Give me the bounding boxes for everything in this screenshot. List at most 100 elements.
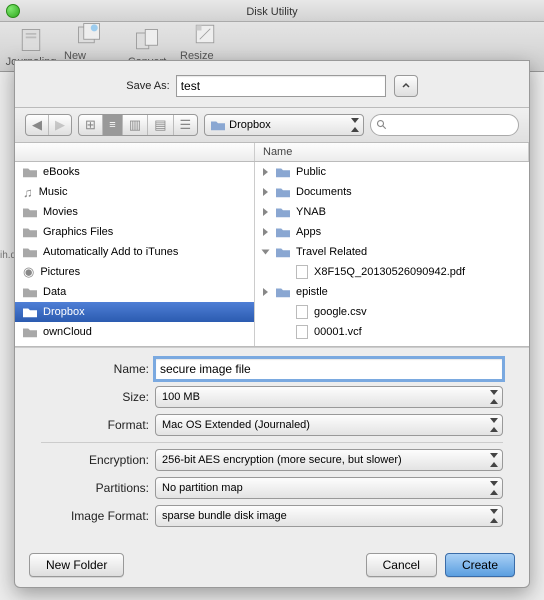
image-format-popup[interactable]: sparse bundle disk image (155, 505, 503, 527)
folder-icon (23, 306, 37, 318)
encryption-popup[interactable]: 256-bit AES encryption (more secure, but… (155, 449, 503, 471)
sidebar-item[interactable]: Movies (15, 202, 254, 222)
forward-button[interactable]: ▶ (49, 115, 71, 135)
file-item[interactable]: google.csv (255, 302, 529, 322)
view-list-button[interactable]: ≡ (103, 115, 123, 135)
sidebar-item[interactable]: ♫ Music (15, 182, 254, 202)
file-item[interactable]: Apps (255, 222, 529, 242)
file-item[interactable]: 00001.vcf (255, 322, 529, 342)
folder-icon (276, 246, 290, 258)
file-item[interactable]: Travel Related (255, 242, 529, 262)
folder-icon (23, 226, 37, 238)
file-item-label: Travel Related (296, 246, 367, 258)
sidebar-item-label: Pictures (40, 266, 80, 278)
sidebar-item-label: Movies (43, 206, 78, 218)
disclosure-icon[interactable] (263, 188, 268, 196)
sidebar-pane[interactable]: eBooks ♫ Music Movies Graphics Files Automati… (15, 162, 255, 346)
file-item-label: Public (296, 166, 326, 178)
size-label: Size: (41, 390, 149, 404)
name-input[interactable] (155, 358, 503, 380)
sidebar-item-label: Music (39, 186, 68, 198)
back-button[interactable]: ◀ (26, 115, 49, 135)
file-icon (296, 265, 308, 279)
column-spacer (15, 143, 255, 161)
sidebar-item[interactable]: Graphics Files (15, 222, 254, 242)
sidebar-item[interactable]: Data (15, 282, 254, 302)
window-title: Disk Utility (246, 6, 297, 18)
file-item-label: X8F15Q_20130526090942.pdf (314, 266, 465, 278)
column-name[interactable]: Name (255, 143, 529, 161)
folder-icon (276, 206, 290, 218)
file-item-label: Apps (296, 226, 321, 238)
sidebar-item-label: Data (43, 286, 66, 298)
disclosure-icon[interactable] (263, 228, 268, 236)
cancel-button[interactable]: Cancel (366, 553, 437, 577)
view-coverflow-button[interactable]: ▤ (148, 115, 173, 135)
sidebar-item[interactable]: eBooks (15, 162, 254, 182)
disclosure-icon[interactable] (262, 250, 270, 255)
folder-icon (276, 286, 290, 298)
sidebar-item[interactable]: ◉ Pictures (15, 262, 254, 282)
disclosure-icon[interactable] (263, 288, 268, 296)
file-item-label: google.csv (314, 306, 367, 318)
search-field[interactable] (370, 114, 519, 136)
folder-icon (276, 166, 290, 178)
sheet-footer: New Folder Cancel Create (15, 543, 529, 587)
file-item[interactable]: Public (255, 162, 529, 182)
file-item-label: Documents (296, 186, 352, 198)
sidebar-item[interactable]: ownCloud (15, 322, 254, 342)
view-columns-button[interactable]: ▥ (123, 115, 148, 135)
music-icon: ♫ (23, 185, 33, 200)
location-label: Dropbox (229, 119, 271, 131)
sidebar-item[interactable]: Dropbox (15, 302, 254, 322)
expand-toggle-button[interactable] (394, 75, 418, 97)
folder-icon (276, 186, 290, 198)
browser-toolbar: ◀ ▶ ⊞ ≡ ▥ ▤ ☰ Dropbox (15, 107, 529, 143)
traffic-light-green[interactable] (6, 4, 20, 18)
create-button[interactable]: Create (445, 553, 515, 577)
save-as-label: Save As: (126, 80, 169, 92)
sidebar-item-label: Dropbox (43, 306, 85, 318)
view-mode[interactable]: ⊞ ≡ ▥ ▤ ☰ (78, 114, 198, 136)
sidebar-item-label: ownCloud (43, 326, 92, 338)
file-item[interactable]: epistle (255, 282, 529, 302)
file-item-label: epistle (296, 286, 328, 298)
folder-icon (23, 206, 37, 218)
column-headers: Name (15, 143, 529, 162)
folder-icon (23, 326, 37, 338)
folder-icon (276, 226, 290, 238)
save-as-input[interactable] (176, 75, 386, 97)
nav-back-forward[interactable]: ◀ ▶ (25, 114, 72, 136)
file-icon (296, 325, 308, 339)
sidebar-item-label: Graphics Files (43, 226, 113, 238)
window-titlebar: Disk Utility (0, 0, 544, 22)
file-item[interactable]: Documents (255, 182, 529, 202)
sidebar-item-label: eBooks (43, 166, 80, 178)
partitions-label: Partitions: (41, 481, 149, 495)
file-list-pane[interactable]: Public Documents YNAB Apps Travel Related X8F… (255, 162, 529, 346)
save-sheet: Save As: ◀ ▶ ⊞ ≡ ▥ ▤ ☰ Dropbox Name eBoo… (14, 60, 530, 588)
new-folder-button[interactable]: New Folder (29, 553, 124, 577)
divider (41, 442, 503, 443)
file-item-label: 00001.vcf (314, 326, 362, 338)
sidebar-item[interactable]: Google Drive (15, 342, 254, 346)
partitions-popup[interactable]: No partition map (155, 477, 503, 499)
format-label: Format: (41, 418, 149, 432)
folder-icon (23, 166, 37, 178)
view-extra-button[interactable]: ☰ (174, 115, 198, 135)
disclosure-icon[interactable] (263, 208, 268, 216)
camera-icon: ◉ (23, 264, 34, 280)
folder-icon (23, 286, 37, 298)
file-item[interactable]: todo (255, 342, 529, 346)
disclosure-icon[interactable] (263, 168, 268, 176)
view-icon-button[interactable]: ⊞ (79, 115, 103, 135)
format-popup[interactable]: Mac OS Extended (Journaled) (155, 414, 503, 436)
location-popup[interactable]: Dropbox (204, 114, 364, 136)
file-item[interactable]: YNAB (255, 202, 529, 222)
size-popup[interactable]: 100 MB (155, 386, 503, 408)
name-label: Name: (41, 362, 149, 376)
file-item-label: YNAB (296, 206, 326, 218)
search-icon (376, 119, 388, 131)
file-item[interactable]: X8F15Q_20130526090942.pdf (255, 262, 529, 282)
sidebar-item[interactable]: Automatically Add to iTunes (15, 242, 254, 262)
